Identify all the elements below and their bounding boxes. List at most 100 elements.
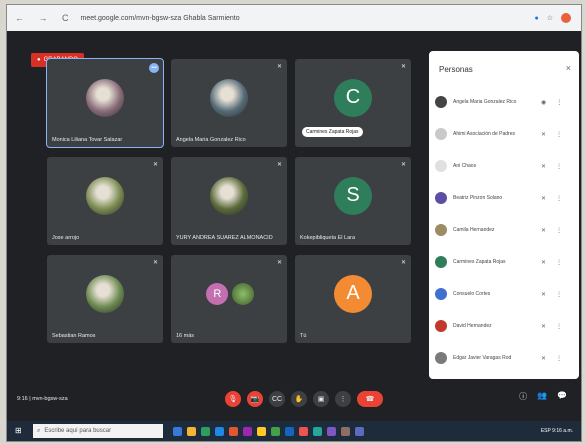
taskbar-app-icon[interactable] bbox=[201, 426, 210, 436]
more-options-icon[interactable]: ⋮ bbox=[556, 227, 562, 234]
mic-icon[interactable]: 🎙 bbox=[225, 391, 241, 407]
taskbar-search[interactable]: ⌕ Escribe aquí para buscar bbox=[33, 424, 163, 438]
participant-name: Monica Liliana Tovar Salazar bbox=[52, 137, 123, 143]
panel-title: Personas bbox=[439, 65, 473, 74]
participant-tile[interactable]: S Kokepibliqueta El Lara ✕ bbox=[295, 157, 411, 245]
participant-photo bbox=[86, 274, 124, 313]
participant-tile[interactable]: Angela Maria Gonzalez Rico ✕ bbox=[171, 59, 287, 147]
more-options-icon[interactable]: ⋮ bbox=[556, 163, 562, 170]
participant-tile[interactable]: Monica Liliana Tovar Salazar ••• bbox=[46, 58, 164, 148]
captions-icon[interactable]: CC bbox=[269, 391, 285, 407]
person-name: Consuelo Cortes bbox=[453, 291, 491, 297]
people-list-item[interactable]: Carmines Zapata Rojas ✕ ⋮ bbox=[435, 247, 575, 277]
participant-name: Sebastian Ramos bbox=[52, 333, 96, 339]
taskbar-apps bbox=[173, 426, 364, 436]
more-options-icon[interactable]: ⋮ bbox=[556, 195, 562, 202]
address-bar[interactable]: meet.google.com/mvn-bgsw-sza Ghabla Sarm… bbox=[81, 15, 240, 22]
mic-status-icon[interactable]: ◉ bbox=[541, 99, 546, 106]
participant-name: Kokepibliqueta El Lara bbox=[300, 235, 356, 241]
participant-photo bbox=[231, 282, 254, 305]
taskbar-app-icon[interactable] bbox=[341, 426, 350, 436]
participant-tile[interactable]: Sebastian Ramos ✕ bbox=[47, 255, 163, 343]
participant-tile[interactable]: R 16 más ✕ bbox=[171, 255, 287, 343]
muted-mic-icon: ✕ bbox=[276, 64, 282, 70]
more-options-icon[interactable]: ⋮ bbox=[556, 99, 562, 106]
mic-status-icon[interactable]: ✕ bbox=[541, 323, 546, 330]
chat-icon[interactable]: 💬 bbox=[557, 391, 567, 402]
avatar bbox=[435, 96, 447, 108]
meet-stage: ● GRABANDO Monica Liliana Tovar Salazar•… bbox=[7, 31, 581, 441]
avatar bbox=[435, 224, 447, 236]
person-name: David Hernandez bbox=[453, 323, 492, 329]
more-options-icon[interactable]: ⋮ bbox=[556, 323, 562, 330]
windows-taskbar: ⊞ ⌕ Escribe aquí para buscar ESP 9:16 a.… bbox=[7, 421, 581, 441]
taskbar-app-icon[interactable] bbox=[257, 426, 266, 436]
screen: ← → C meet.google.com/mvn-bgsw-sza Ghabl… bbox=[6, 4, 582, 442]
participant-name: YURY ANDREA SUAREZ ALMONACID bbox=[176, 235, 273, 241]
taskbar-app-icon[interactable] bbox=[355, 426, 364, 436]
participant-name: Jose arrojo bbox=[52, 235, 80, 241]
person-name: Beatriz Pinzon Solano bbox=[453, 195, 503, 201]
avatar bbox=[435, 320, 447, 332]
browser-nav-buttons[interactable]: ← → C bbox=[15, 13, 75, 23]
mic-status-icon[interactable]: ✕ bbox=[541, 259, 546, 266]
taskbar-app-icon[interactable] bbox=[299, 426, 308, 436]
participant-photo bbox=[86, 78, 124, 117]
record-icon: ● bbox=[37, 57, 41, 63]
mic-status-icon[interactable]: ✕ bbox=[541, 195, 546, 202]
more-options-icon[interactable]: ⋮ bbox=[556, 291, 562, 298]
people-list-item[interactable]: David Hernandez ✕ ⋮ bbox=[435, 311, 575, 341]
people-list-item[interactable]: Edgar Javier Varagas Rod ✕ ⋮ bbox=[435, 343, 575, 373]
taskbar-app-icon[interactable] bbox=[285, 426, 294, 436]
more-icon[interactable]: ⋮ bbox=[335, 391, 351, 407]
mic-status-icon[interactable]: ✕ bbox=[541, 163, 546, 170]
people-list-item[interactable]: Ani Chaos ✕ ⋮ bbox=[435, 151, 575, 181]
mic-status-icon[interactable]: ✕ bbox=[541, 355, 546, 362]
call-controls: 🎙 📷 CC ✋ ▣ ⋮ ☎ bbox=[225, 391, 383, 407]
profile-avatar[interactable] bbox=[561, 13, 571, 23]
search-icon: ⌕ bbox=[37, 427, 41, 434]
participant-tile[interactable]: A Tú ✕ bbox=[295, 255, 411, 343]
taskbar-app-icon[interactable] bbox=[271, 426, 280, 436]
taskbar-app-icon[interactable] bbox=[215, 426, 224, 436]
muted-mic-icon: ✕ bbox=[152, 260, 158, 266]
camera-icon[interactable]: 📷 bbox=[247, 391, 263, 407]
mic-status-icon[interactable]: ✕ bbox=[541, 227, 546, 234]
extension-icon[interactable]: ● bbox=[534, 15, 538, 22]
participant-name: Tú bbox=[300, 333, 307, 339]
participant-tile[interactable]: YURY ANDREA SUAREZ ALMONACID ✕ bbox=[171, 157, 287, 245]
person-name: Ahimi Asociación de Padres bbox=[453, 131, 515, 137]
taskbar-app-icon[interactable] bbox=[187, 426, 196, 436]
people-list-item[interactable]: Consuelo Cortes ✕ ⋮ bbox=[435, 279, 575, 309]
people-list-item[interactable]: Angela Maria Gonzalez Rico ◉ ⋮ bbox=[435, 87, 575, 117]
more-options-icon[interactable]: ⋮ bbox=[556, 131, 562, 138]
participant-avatar: R bbox=[206, 282, 229, 305]
people-list-item[interactable]: Beatriz Pinzon Solano ✕ ⋮ bbox=[435, 183, 575, 213]
taskbar-app-icon[interactable] bbox=[173, 426, 182, 436]
taskbar-app-icon[interactable] bbox=[313, 426, 322, 436]
taskbar-app-icon[interactable] bbox=[229, 426, 238, 436]
avatar bbox=[435, 128, 447, 140]
close-icon[interactable]: × bbox=[566, 63, 571, 73]
participant-tile[interactable]: C ✕ Carmines Zapata Rojas bbox=[295, 59, 411, 147]
participant-tile[interactable]: Jose arrojo ✕ bbox=[47, 157, 163, 245]
more-options-icon[interactable]: ⋮ bbox=[556, 259, 562, 266]
info-icon[interactable]: ⓘ bbox=[519, 391, 527, 402]
person-name: Edgar Javier Varagas Rod bbox=[453, 355, 512, 361]
people-list-item[interactable]: Ahimi Asociación de Padres ✕ ⋮ bbox=[435, 119, 575, 149]
people-icon[interactable]: 👥 bbox=[537, 391, 547, 402]
raise-hand-icon[interactable]: ✋ bbox=[291, 391, 307, 407]
windows-start-icon[interactable]: ⊞ bbox=[15, 426, 25, 436]
mic-status-icon[interactable]: ✕ bbox=[541, 291, 546, 298]
participant-avatar: A bbox=[334, 274, 372, 313]
people-list-item[interactable]: Camila Hernandez ✕ ⋮ bbox=[435, 215, 575, 245]
present-icon[interactable]: ▣ bbox=[313, 391, 329, 407]
taskbar-app-icon[interactable] bbox=[243, 426, 252, 436]
star-icon[interactable]: ☆ bbox=[547, 14, 553, 22]
search-placeholder: Escribe aquí para buscar bbox=[44, 428, 112, 434]
avatar bbox=[435, 288, 447, 300]
more-options-icon[interactable]: ⋮ bbox=[556, 355, 562, 362]
mic-status-icon[interactable]: ✕ bbox=[541, 131, 546, 138]
taskbar-app-icon[interactable] bbox=[327, 426, 336, 436]
end-call-button[interactable]: ☎ bbox=[357, 391, 383, 407]
